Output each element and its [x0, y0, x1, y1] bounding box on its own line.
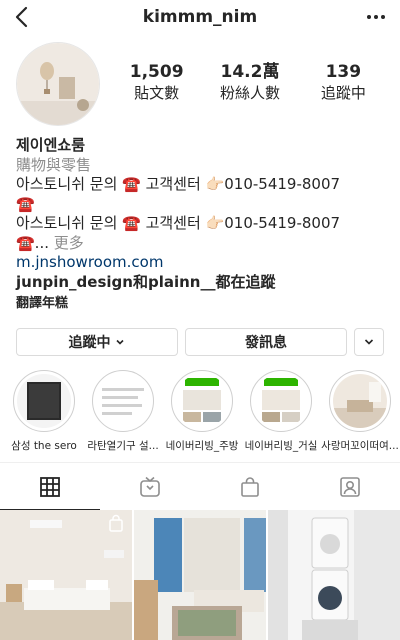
- post-thumbnail[interactable]: [134, 510, 266, 640]
- tab-shop[interactable]: [200, 463, 300, 510]
- highlight-thumbnail: [175, 374, 229, 428]
- highlight-label: 삼성 the sero: [11, 440, 77, 452]
- highlight-item[interactable]: 사랑머꼬이떠여...: [321, 370, 399, 453]
- story-highlights: 삼성 the sero 라탄열기구 설... 네이버리빙_주방 네이버리빙_거실: [0, 370, 400, 456]
- highlight-label: 네이버리빙_거실: [244, 440, 318, 452]
- profile-name: 제이엔쇼룸: [16, 136, 86, 154]
- profile-actions: 追蹤中 發訊息: [16, 328, 384, 356]
- suggested-dropdown-button[interactable]: [354, 328, 384, 356]
- tab-igtv[interactable]: [100, 463, 200, 510]
- avatar-image: [17, 43, 99, 125]
- grid-icon: [40, 476, 60, 497]
- stat-label: 貼文數: [134, 84, 180, 102]
- highlight-thumbnail: [96, 374, 150, 428]
- shop-bag-icon: [241, 476, 259, 497]
- bio-line-truncated: ☎️... 更多: [16, 234, 396, 254]
- highlight-label: 사랑머꼬이떠여...: [321, 440, 399, 452]
- highlight-ring: [92, 370, 154, 432]
- highlight-ring: [13, 370, 75, 432]
- highlight-item[interactable]: 삼성 the sero: [5, 370, 83, 453]
- translate-link[interactable]: 翻譯年糕: [16, 294, 396, 314]
- highlight-item[interactable]: 네이버리빙_주방: [163, 370, 241, 453]
- profile-bio: 제이엔쇼룸 購物與零售 아스토니쉬 문의 ☎️ 고객센터 👉🏻010-5419-…: [16, 136, 396, 314]
- stat-followers[interactable]: 14.2萬 粉絲人數: [203, 62, 296, 103]
- post-thumbnail[interactable]: [268, 510, 400, 640]
- highlight-thumbnail: [254, 374, 308, 428]
- highlight-ring: [329, 370, 391, 432]
- posts-grid: [0, 510, 400, 640]
- chevron-down-icon: [364, 339, 374, 345]
- more-dots-icon[interactable]: [362, 6, 390, 28]
- message-label: 發訊息: [245, 335, 287, 351]
- chevron-down-icon: [115, 339, 124, 345]
- message-button[interactable]: 發訊息: [185, 328, 347, 356]
- highlight-label: 네이버리빙_주방: [165, 440, 239, 452]
- stat-value: 139: [325, 62, 362, 82]
- highlight-ring: [250, 370, 312, 432]
- igtv-icon: [140, 476, 160, 497]
- bio-line-end: ☎️...: [16, 233, 49, 252]
- stat-label: 追蹤中: [320, 84, 366, 102]
- bio-line: ☎️: [16, 194, 35, 213]
- highlight-thumbnail: [333, 374, 387, 428]
- more-link[interactable]: 更多: [54, 234, 84, 252]
- post-thumbnail[interactable]: [0, 510, 132, 640]
- highlight-ring: [171, 370, 233, 432]
- top-bar: kimmm_nim: [0, 0, 400, 36]
- bio-line: 아스토니쉬 문의 ☎️ 고객센터 👉🏻010-5419-8007: [16, 214, 341, 232]
- website-link[interactable]: m.jnshowroom.com: [16, 253, 396, 273]
- profile-tabs: [0, 462, 400, 510]
- stat-posts[interactable]: 1,509 貼文數: [110, 62, 203, 103]
- highlight-label: 라탄열기구 설...: [87, 440, 159, 452]
- tagged-icon: [340, 476, 360, 497]
- stat-following[interactable]: 139 追蹤中: [297, 62, 390, 103]
- stat-value: 14.2萬: [220, 62, 280, 82]
- highlight-item[interactable]: 라탄열기구 설...: [84, 370, 162, 453]
- following-label: 追蹤中: [68, 335, 111, 351]
- tab-tagged[interactable]: [300, 463, 400, 510]
- username-title: kimmm_nim: [142, 7, 258, 27]
- highlight-thumbnail: [17, 374, 71, 428]
- profile-stats: 1,509 貼文數 14.2萬 粉絲人數 139 追蹤中: [110, 62, 390, 103]
- profile-category: 購物與零售: [16, 155, 92, 174]
- profile-avatar[interactable]: [16, 42, 100, 126]
- tab-posts-grid[interactable]: [0, 463, 100, 510]
- highlight-item[interactable]: 네이버리빙_거실: [242, 370, 320, 453]
- following-button[interactable]: 追蹤中: [16, 328, 178, 356]
- bio-line: 아스토니쉬 문의 ☎️ 고객센터 👉🏻010-5419-8007: [16, 175, 341, 193]
- stat-label: 粉絲人數: [219, 84, 280, 102]
- stat-value: 1,509: [129, 62, 184, 82]
- followed-by-text[interactable]: junpin_design和plainn__都在追蹤: [16, 273, 396, 293]
